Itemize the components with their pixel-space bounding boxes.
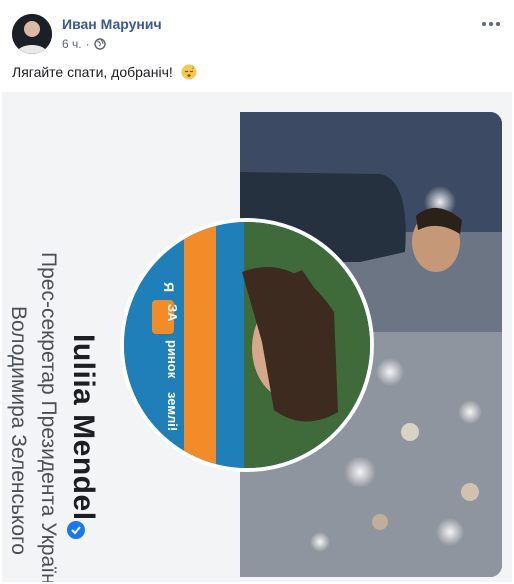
globe-icon[interactable] [93, 38, 106, 50]
shared-image[interactable]: Iuliia Mendel Прес-секретар Президента У… [2, 92, 512, 582]
post-time[interactable]: 6 ч. [62, 37, 82, 51]
person-name: Iuliia Mendel [67, 334, 100, 521]
svg-text:землі!: землі! [165, 392, 180, 431]
author-name[interactable]: Иван Марунич [62, 16, 162, 32]
person-role-line2: Володимира Зеленського [7, 306, 30, 555]
more-dots-icon[interactable] [480, 16, 502, 32]
svg-text:ЗА: ЗА [165, 304, 180, 322]
svg-text:ринок: ринок [165, 340, 180, 379]
svg-text:z: z [192, 65, 194, 70]
person-role-line1: Прес-секретар Президента України [37, 252, 60, 582]
post-header: Иван Марунич 6 ч. · [0, 0, 514, 60]
profile-picture: Я ЗА ринок землі! [120, 218, 374, 472]
author-avatar[interactable] [12, 14, 52, 54]
svg-text:Я: Я [161, 282, 177, 292]
post-meta: 6 ч. · [62, 37, 106, 51]
verified-badge-icon [67, 521, 85, 539]
post-message: Лягайте спати, добраніч! [12, 64, 173, 80]
meta-separator: · [85, 37, 90, 51]
post-text: Лягайте спати, добраніч! z [12, 64, 197, 80]
sleeping-face-emoji: z [181, 64, 197, 80]
